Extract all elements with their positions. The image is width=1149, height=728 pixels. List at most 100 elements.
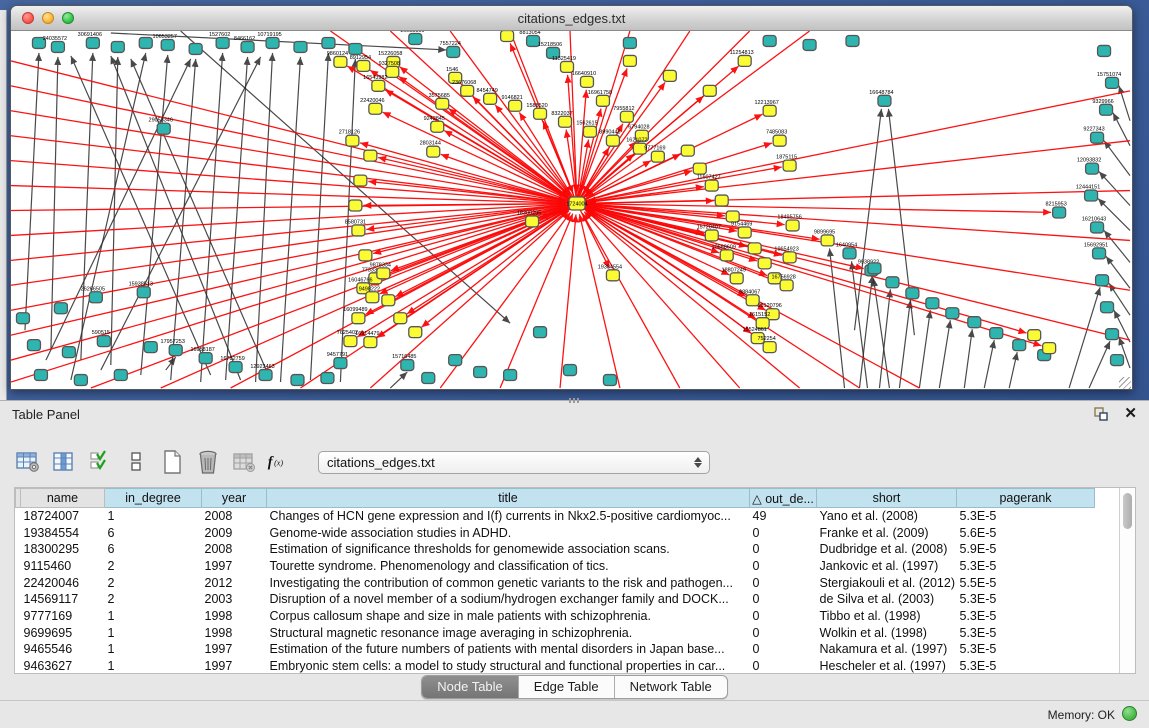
cell-short[interactable]: Wolkin et al. (1998): [817, 624, 957, 641]
cell-short[interactable]: Nakamura et al. (1997): [817, 641, 957, 658]
cell-year[interactable]: 2003: [202, 591, 267, 608]
delete-table-icon[interactable]: [230, 449, 257, 475]
cell-year[interactable]: 1997: [202, 641, 267, 658]
cell-pagerank[interactable]: 5.3E-5: [957, 558, 1095, 575]
column-header-in_degree[interactable]: in_degree: [105, 489, 202, 508]
cell-out_degree[interactable]: 0: [750, 524, 817, 541]
table-row[interactable]: 2242004622012Investigating the contribut…: [16, 574, 1120, 591]
table-vertical-scrollbar[interactable]: [1119, 488, 1135, 673]
delete-entries-icon[interactable]: [194, 449, 221, 475]
table-row[interactable]: 969969511998Structural magnetic resonanc…: [16, 624, 1120, 641]
table-row[interactable]: 946362711997Embryonic stem cells: a mode…: [16, 658, 1120, 675]
cell-year[interactable]: 2008: [202, 541, 267, 558]
show-columns-icon[interactable]: [50, 449, 77, 475]
cell-in_degree[interactable]: 1: [105, 608, 202, 625]
cell-short[interactable]: Franke et al. (2009): [817, 524, 957, 541]
cell-pagerank[interactable]: 5.3E-5: [957, 658, 1095, 675]
table-row[interactable]: 1872400712008Changes of HCN gene express…: [16, 508, 1120, 525]
cell-short[interactable]: Dudbridge et al. (2008): [817, 541, 957, 558]
column-header-out_degree[interactable]: △ out_de...: [750, 489, 817, 508]
cell-title[interactable]: Estimation of the future numbers of pati…: [267, 641, 750, 658]
network-view-window[interactable]: citations_edges.txt 24035572306914061065…: [10, 5, 1133, 390]
tab-node-table[interactable]: Node Table: [422, 676, 518, 698]
cell-short[interactable]: Jankovic et al. (1997): [817, 558, 957, 575]
table-row[interactable]: 977716911998Corpus callosum shape and si…: [16, 608, 1120, 625]
cell-title[interactable]: Disruption of a novel member of a sodium…: [267, 591, 750, 608]
cell-title[interactable]: Embryonic stem cells: a model to study s…: [267, 658, 750, 675]
cell-in_degree[interactable]: 1: [105, 624, 202, 641]
cell-name[interactable]: 9463627: [21, 658, 105, 675]
table-row[interactable]: 946554611997Estimation of the future num…: [16, 641, 1120, 658]
cell-year[interactable]: 2008: [202, 508, 267, 525]
scrollbar-thumb[interactable]: [1123, 493, 1132, 529]
cell-out_degree[interactable]: 0: [750, 541, 817, 558]
cell-in_degree[interactable]: 1: [105, 658, 202, 675]
cell-pagerank[interactable]: 5.6E-5: [957, 524, 1095, 541]
float-panel-icon[interactable]: [1092, 405, 1110, 423]
table-row[interactable]: 1456911722003Disruption of a novel membe…: [16, 591, 1120, 608]
cell-short[interactable]: Tibbo et al. (1998): [817, 608, 957, 625]
cell-in_degree[interactable]: 2: [105, 591, 202, 608]
network-canvas-area[interactable]: 2403557230691406106532571527602846616210…: [11, 31, 1132, 390]
create-table-icon[interactable]: [158, 449, 185, 475]
cell-short[interactable]: Yano et al. (2008): [817, 508, 957, 525]
cell-name[interactable]: 9777169: [21, 608, 105, 625]
cell-year[interactable]: 2012: [202, 574, 267, 591]
cell-name[interactable]: 22420046: [21, 574, 105, 591]
cell-name[interactable]: 9699695: [21, 624, 105, 641]
cell-title[interactable]: Genome-wide association studies in ADHD.: [267, 524, 750, 541]
cell-year[interactable]: 1998: [202, 608, 267, 625]
cell-out_degree[interactable]: 0: [750, 658, 817, 675]
tab-network-table[interactable]: Network Table: [614, 676, 727, 698]
cell-year[interactable]: 1998: [202, 624, 267, 641]
cell-out_degree[interactable]: 0: [750, 624, 817, 641]
tab-edge-table[interactable]: Edge Table: [518, 676, 614, 698]
table-row[interactable]: 1938455462009Genome-wide association stu…: [16, 524, 1120, 541]
function-builder-icon[interactable]: f (x): [266, 449, 293, 475]
table-selector-dropdown[interactable]: citations_edges.txt: [318, 451, 710, 474]
column-header-pagerank[interactable]: pagerank: [957, 489, 1095, 508]
column-header-title[interactable]: title: [267, 489, 750, 508]
cell-out_degree[interactable]: 0: [750, 608, 817, 625]
cell-title[interactable]: Structural magnetic resonance image aver…: [267, 624, 750, 641]
node-table-grid[interactable]: namein_degreeyeartitle△ out_de...shortpa…: [15, 488, 1119, 674]
cell-in_degree[interactable]: 6: [105, 541, 202, 558]
cell-out_degree[interactable]: 0: [750, 591, 817, 608]
cell-in_degree[interactable]: 6: [105, 524, 202, 541]
cell-pagerank[interactable]: 5.3E-5: [957, 508, 1095, 525]
select-rows-icon[interactable]: [86, 449, 113, 475]
cell-title[interactable]: Tourette syndrome. Phenomenology and cla…: [267, 558, 750, 575]
cell-out_degree[interactable]: 0: [750, 641, 817, 658]
table-settings-icon[interactable]: [14, 449, 41, 475]
zoom-window-button[interactable]: [62, 12, 74, 24]
cell-name[interactable]: 18724007: [21, 508, 105, 525]
cell-out_degree[interactable]: 49: [750, 508, 817, 525]
cell-short[interactable]: Hescheler et al. (1997): [817, 658, 957, 675]
cell-year[interactable]: 1997: [202, 658, 267, 675]
cell-pagerank[interactable]: 5.5E-5: [957, 574, 1095, 591]
close-window-button[interactable]: [22, 12, 34, 24]
cell-pagerank[interactable]: 5.9E-5: [957, 541, 1095, 558]
table-row[interactable]: 1830029562008Estimation of significance …: [16, 541, 1120, 558]
column-header-short[interactable]: short: [817, 489, 957, 508]
cell-name[interactable]: 9465546: [21, 641, 105, 658]
cell-title[interactable]: Changes of HCN gene expression and I(f) …: [267, 508, 750, 525]
cell-title[interactable]: Investigating the contribution of common…: [267, 574, 750, 591]
cell-short[interactable]: de Silva et al. (2003): [817, 591, 957, 608]
cell-name[interactable]: 14569117: [21, 591, 105, 608]
cell-title[interactable]: Corpus callosum shape and size in male p…: [267, 608, 750, 625]
minimize-window-button[interactable]: [42, 12, 54, 24]
cell-pagerank[interactable]: 5.3E-5: [957, 624, 1095, 641]
cell-short[interactable]: Stergiakouli et al. (2012): [817, 574, 957, 591]
cell-in_degree[interactable]: 2: [105, 574, 202, 591]
row-height-icon[interactable]: [122, 449, 149, 475]
cell-year[interactable]: 2009: [202, 524, 267, 541]
window-resize-grip[interactable]: [1119, 377, 1131, 389]
cell-title[interactable]: Estimation of significance thresholds fo…: [267, 541, 750, 558]
cell-name[interactable]: 18300295: [21, 541, 105, 558]
column-header-name[interactable]: name: [21, 489, 105, 508]
close-panel-icon[interactable]: ✕: [1124, 405, 1137, 423]
cell-name[interactable]: 19384554: [21, 524, 105, 541]
column-header-year[interactable]: year: [202, 489, 267, 508]
table-row[interactable]: 911546021997Tourette syndrome. Phenomeno…: [16, 558, 1120, 575]
